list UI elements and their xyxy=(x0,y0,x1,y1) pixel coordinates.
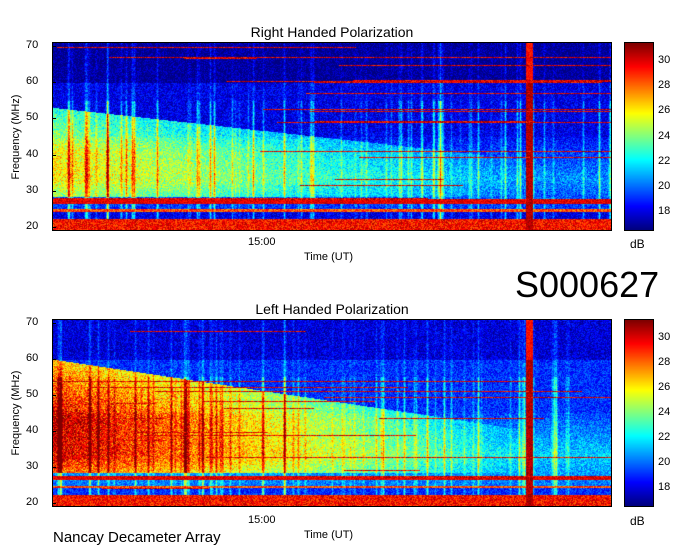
spectrogram-canvas-left xyxy=(53,320,611,506)
spectrogram-canvas-right xyxy=(53,43,611,230)
y-tick-mark-30 xyxy=(52,467,56,469)
colorbar-left xyxy=(624,319,654,507)
y-tick-mark-30 xyxy=(52,191,56,193)
y-tick-40: 40 xyxy=(26,147,39,160)
x-tick-label-left: 15:00 xyxy=(248,514,276,526)
y-tick-60: 60 xyxy=(26,74,39,87)
spectrogram-right[interactable] xyxy=(52,42,612,231)
y-tick-20: 20 xyxy=(26,496,39,509)
chart-title-right: Right Handed Polarization xyxy=(250,24,414,40)
colorbar-tick-30: 30 xyxy=(658,53,671,66)
y-tick-70: 70 xyxy=(26,38,39,51)
y-tick-70: 70 xyxy=(26,315,39,328)
x-tick-label-right: 15:00 xyxy=(248,236,276,248)
colorbar-right xyxy=(624,42,654,231)
colorbar-tick-28: 28 xyxy=(658,79,671,92)
y-axis-label-right: Frequency (MHz) xyxy=(10,94,22,180)
y-tick-mark-20 xyxy=(52,227,56,229)
instrument-name: Nancay Decameter Array xyxy=(53,529,221,546)
y-tick-60: 60 xyxy=(26,351,39,364)
colorbar-tick-30: 30 xyxy=(658,330,671,343)
y-tick-30: 30 xyxy=(26,184,39,197)
y-axis-label-left: Frequency (MHz) xyxy=(10,370,22,456)
y-tick-mark-70 xyxy=(52,45,56,47)
y-tick-mark-40 xyxy=(52,431,56,433)
colorbar-tick-22: 22 xyxy=(658,154,671,167)
y-tick-mark-70 xyxy=(52,322,56,324)
y-tick-mark-60 xyxy=(52,358,56,360)
y-tick-mark-60 xyxy=(52,81,56,83)
x-axis-label-right: Time (UT) xyxy=(304,251,354,263)
y-tick-mark-50 xyxy=(52,394,56,396)
y-tick-50: 50 xyxy=(26,387,39,400)
y-tick-30: 30 xyxy=(26,460,39,473)
observation-id: S000627 xyxy=(515,264,660,305)
colorbar-label-right: dB xyxy=(630,237,645,251)
colorbar-tick-18: 18 xyxy=(658,205,671,218)
chart-title-left: Left Handed Polarization xyxy=(255,301,409,317)
colorbar-tick-18: 18 xyxy=(658,481,671,494)
colorbar-tick-20: 20 xyxy=(658,456,671,469)
colorbar-tick-24: 24 xyxy=(658,406,671,418)
colorbar-tick-26: 26 xyxy=(658,380,671,393)
y-tick-mark-50 xyxy=(52,118,56,120)
colorbar-tick-22: 22 xyxy=(658,431,671,444)
colorbar-label-left: dB xyxy=(630,514,645,528)
y-tick-mark-20 xyxy=(52,503,56,505)
y-tick-40: 40 xyxy=(26,424,39,437)
colorbar-tick-28: 28 xyxy=(658,355,671,368)
colorbar-tick-26: 26 xyxy=(658,104,671,117)
colorbar-tick-20: 20 xyxy=(658,179,671,192)
y-tick-50: 50 xyxy=(26,111,39,124)
y-tick-20: 20 xyxy=(26,220,39,233)
y-tick-mark-40 xyxy=(52,154,56,156)
colorbar-tick-24: 24 xyxy=(658,129,671,142)
x-axis-label-left: Time (UT) xyxy=(304,529,354,541)
spectrogram-left[interactable] xyxy=(52,319,612,507)
